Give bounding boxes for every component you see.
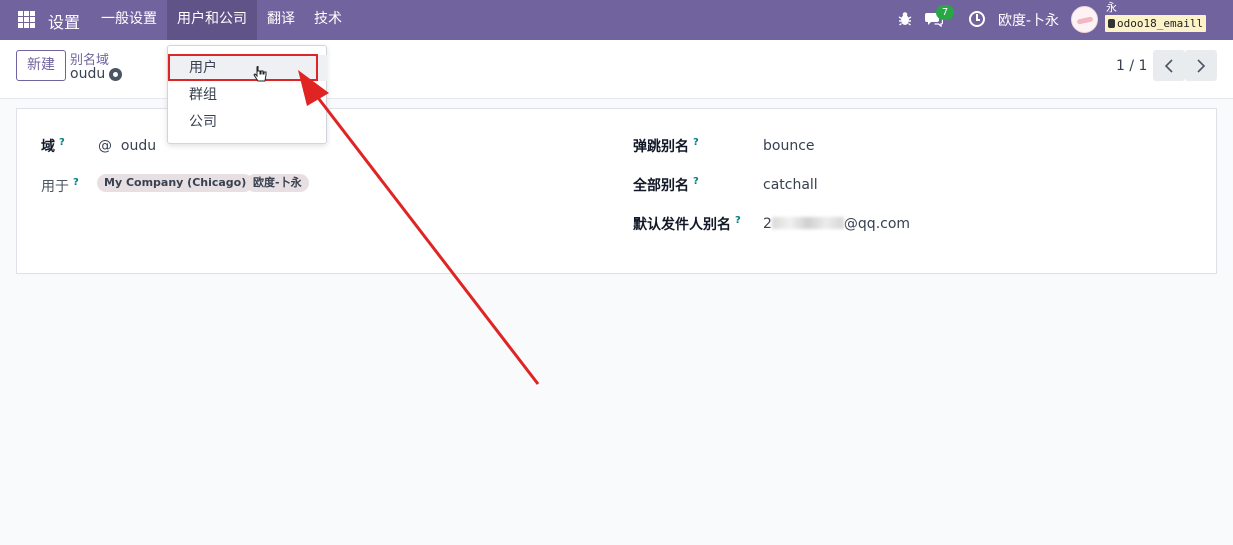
menu-translations[interactable]: 翻译 (257, 0, 305, 40)
pager-next-button[interactable] (1185, 50, 1217, 81)
redacted-text (771, 217, 844, 229)
default-from-label: 默认发件人别名? (633, 215, 741, 233)
menu-technical[interactable]: 技术 (304, 0, 352, 40)
company-tag[interactable]: 欧度-卜永 (246, 174, 309, 192)
company-tag[interactable]: My Company (Chicago) (97, 174, 254, 192)
menu-users-companies[interactable]: 用户和公司 (167, 0, 257, 40)
help-icon[interactable]: ? (59, 137, 65, 148)
used-for-label: 用于? (41, 177, 79, 195)
chevron-left-icon (1164, 58, 1173, 73)
help-icon[interactable]: ? (735, 215, 741, 226)
help-icon[interactable]: ? (693, 176, 699, 187)
app-title[interactable]: 设置 (48, 9, 80, 33)
apps-menu-icon[interactable] (18, 11, 35, 28)
actions-gear-icon[interactable] (109, 68, 122, 81)
bounce-alias-field[interactable]: bounce (763, 138, 815, 154)
catchall-alias-field[interactable]: catchall (763, 177, 818, 193)
user-avatar[interactable] (1071, 6, 1098, 33)
user-name[interactable]: 永 (1106, 1, 1117, 14)
database-tag: odoo18_emaill (1105, 15, 1207, 32)
menu-general-settings[interactable]: 一般设置 (91, 0, 167, 40)
help-icon[interactable]: ? (73, 177, 79, 188)
database-name: odoo18_emaill (1117, 17, 1204, 30)
company-switcher[interactable]: 欧度-卜永 (998, 10, 1059, 30)
catchall-alias-label: 全部别名? (633, 176, 699, 194)
messages-count-badge: 7 (936, 5, 954, 20)
dropdown-item-companies[interactable]: 公司 (169, 109, 327, 135)
bounce-alias-label: 弹跳别名? (633, 137, 699, 155)
dropdown-item-groups[interactable]: 群组 (169, 82, 327, 108)
pager-previous-button[interactable] (1153, 50, 1185, 81)
pager-value[interactable]: 1 / 1 (1116, 58, 1147, 74)
debug-bug-icon[interactable] (898, 11, 912, 27)
domain-field[interactable]: @ oudu (98, 138, 156, 154)
annotation-highlight-box (168, 54, 318, 81)
breadcrumb-current-record: oudu (70, 66, 106, 82)
new-button[interactable]: 新建 (16, 50, 66, 81)
domain-label: 域? (41, 137, 65, 155)
hand-cursor-icon (253, 66, 267, 82)
top-navbar: 设置 一般设置 用户和公司 翻译 技术 7 欧度-卜永 永 odoo18_ema… (0, 0, 1233, 40)
chevron-right-icon (1197, 58, 1206, 73)
database-icon (1108, 19, 1115, 28)
default-from-field[interactable]: 2 @qq.com (763, 216, 910, 232)
activities-clock-icon[interactable] (969, 11, 985, 27)
help-icon[interactable]: ? (693, 137, 699, 148)
